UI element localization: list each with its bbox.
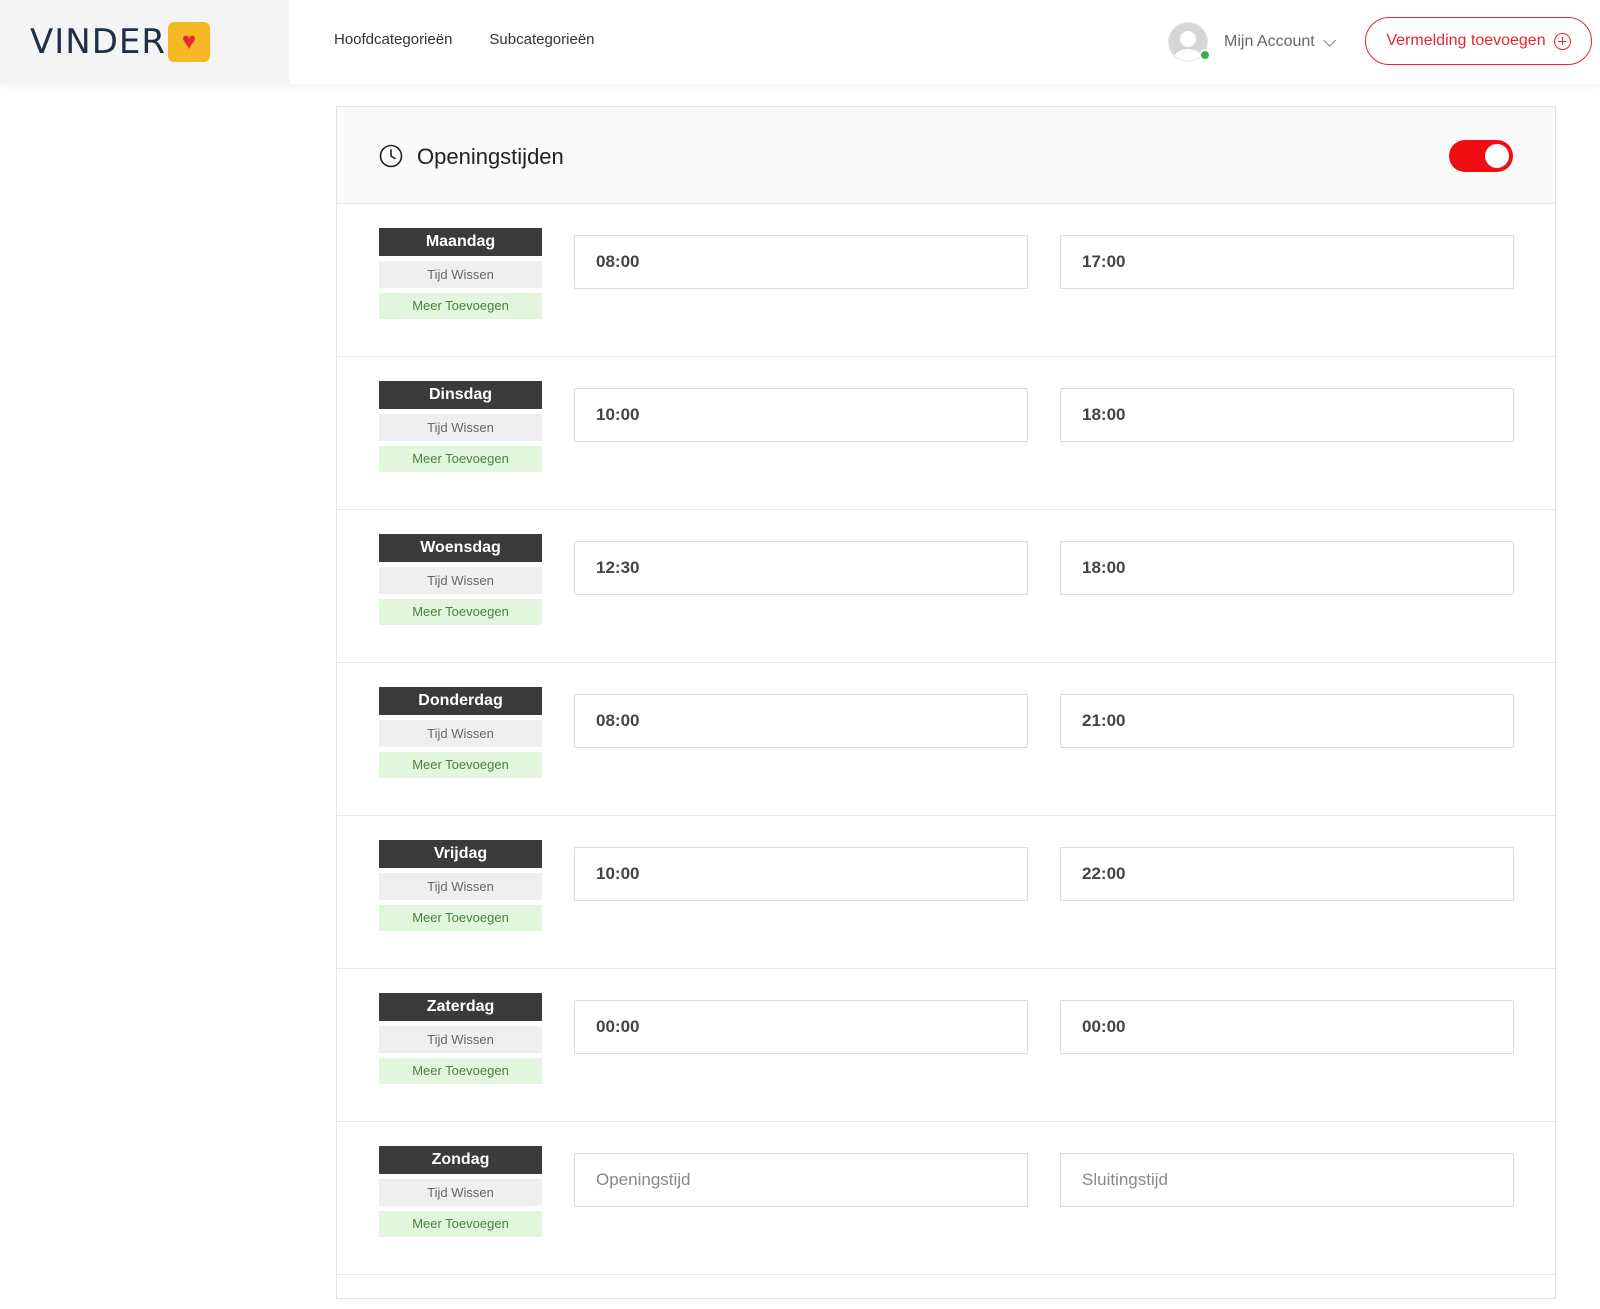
opening-time-input[interactable] xyxy=(574,541,1028,595)
day-label: Zondag xyxy=(379,1146,542,1174)
opening-time-input[interactable] xyxy=(574,235,1028,289)
site-logo[interactable]: VINDER ♥ xyxy=(30,20,211,64)
add-more-button[interactable]: Meer Toevoegen xyxy=(379,446,542,472)
logo-badge: ♥ xyxy=(168,22,211,62)
add-more-button[interactable]: Meer Toevoegen xyxy=(379,1058,542,1084)
day-label: Vrijdag xyxy=(379,840,542,868)
clear-time-button[interactable]: Tijd Wissen xyxy=(379,1179,542,1206)
clear-time-button[interactable]: Tijd Wissen xyxy=(379,1026,542,1053)
opening-time-input[interactable] xyxy=(574,388,1028,442)
opening-time-input[interactable] xyxy=(574,1153,1028,1207)
add-more-button[interactable]: Meer Toevoegen xyxy=(379,752,542,778)
closing-time-input[interactable] xyxy=(1060,694,1514,748)
day-label: Dinsdag xyxy=(379,381,542,409)
add-listing-label: Vermelding toevoegen xyxy=(1386,32,1546,49)
online-status-icon xyxy=(1199,49,1211,61)
day-label: Maandag xyxy=(379,228,542,256)
day-row-dinsdag: Dinsdag Tijd Wissen Meer Toevoegen xyxy=(337,357,1555,510)
day-row-vrijdag: Vrijdag Tijd Wissen Meer Toevoegen xyxy=(337,816,1555,969)
panel-header: Openingstijden xyxy=(337,107,1555,204)
closing-time-input[interactable] xyxy=(1060,235,1514,289)
day-label: Zaterdag xyxy=(379,993,542,1021)
day-row-maandag: Maandag Tijd Wissen Meer Toevoegen xyxy=(337,204,1555,357)
closing-time-input[interactable] xyxy=(1060,388,1514,442)
closing-time-input[interactable] xyxy=(1060,541,1514,595)
logo-text: VINDER xyxy=(30,22,167,62)
main-nav: Hoofdcategorieën Subcategorieën xyxy=(334,31,595,48)
day-row-donderdag: Donderdag Tijd Wissen Meer Toevoegen xyxy=(337,663,1555,816)
add-more-button[interactable]: Meer Toevoegen xyxy=(379,599,542,625)
plus-circle-icon xyxy=(1553,32,1571,50)
add-listing-button[interactable]: Vermelding toevoegen xyxy=(1365,17,1592,65)
logo-area: VINDER ♥ xyxy=(0,0,289,84)
chevron-down-icon[interactable] xyxy=(1322,33,1336,47)
nav-hoofdcategorieen[interactable]: Hoofdcategorieën xyxy=(334,31,452,48)
top-navbar: VINDER ♥ Hoofdcategorieën Subcategorieën… xyxy=(0,0,1600,84)
toggle-knob xyxy=(1485,144,1509,168)
add-more-button[interactable]: Meer Toevoegen xyxy=(379,293,542,319)
avatar-head xyxy=(1180,31,1196,47)
add-more-button[interactable]: Meer Toevoegen xyxy=(379,905,542,931)
closing-time-input[interactable] xyxy=(1060,847,1514,901)
clear-time-button[interactable]: Tijd Wissen xyxy=(379,720,542,747)
clock-icon xyxy=(379,144,403,168)
add-more-button[interactable]: Meer Toevoegen xyxy=(379,1211,542,1237)
day-label: Woensdag xyxy=(379,534,542,562)
opening-hours-toggle[interactable] xyxy=(1449,140,1513,172)
panel-title: Openingstijden xyxy=(417,144,564,169)
nav-subcategorieen[interactable]: Subcategorieën xyxy=(489,31,594,48)
opening-time-input[interactable] xyxy=(574,847,1028,901)
opening-hours-panel: Openingstijden Maandag Tijd Wissen Meer … xyxy=(336,106,1556,1299)
clear-time-button[interactable]: Tijd Wissen xyxy=(379,414,542,441)
clear-time-button[interactable]: Tijd Wissen xyxy=(379,873,542,900)
opening-time-input[interactable] xyxy=(574,1000,1028,1054)
account-label[interactable]: Mijn Account xyxy=(1224,33,1315,51)
closing-time-input[interactable] xyxy=(1060,1153,1514,1207)
day-label: Donderdag xyxy=(379,687,542,715)
closing-time-input[interactable] xyxy=(1060,1000,1514,1054)
day-row-zondag: Zondag Tijd Wissen Meer Toevoegen xyxy=(337,1122,1555,1275)
day-row-zaterdag: Zaterdag Tijd Wissen Meer Toevoegen xyxy=(337,969,1555,1122)
day-row-woensdag: Woensdag Tijd Wissen Meer Toevoegen xyxy=(337,510,1555,663)
avatar-body xyxy=(1174,49,1202,61)
account-menu[interactable]: Mijn Account xyxy=(1168,21,1336,63)
clear-time-button[interactable]: Tijd Wissen xyxy=(379,261,542,288)
opening-time-input[interactable] xyxy=(574,694,1028,748)
heart-icon: ♥ xyxy=(181,28,197,55)
clear-time-button[interactable]: Tijd Wissen xyxy=(379,567,542,594)
